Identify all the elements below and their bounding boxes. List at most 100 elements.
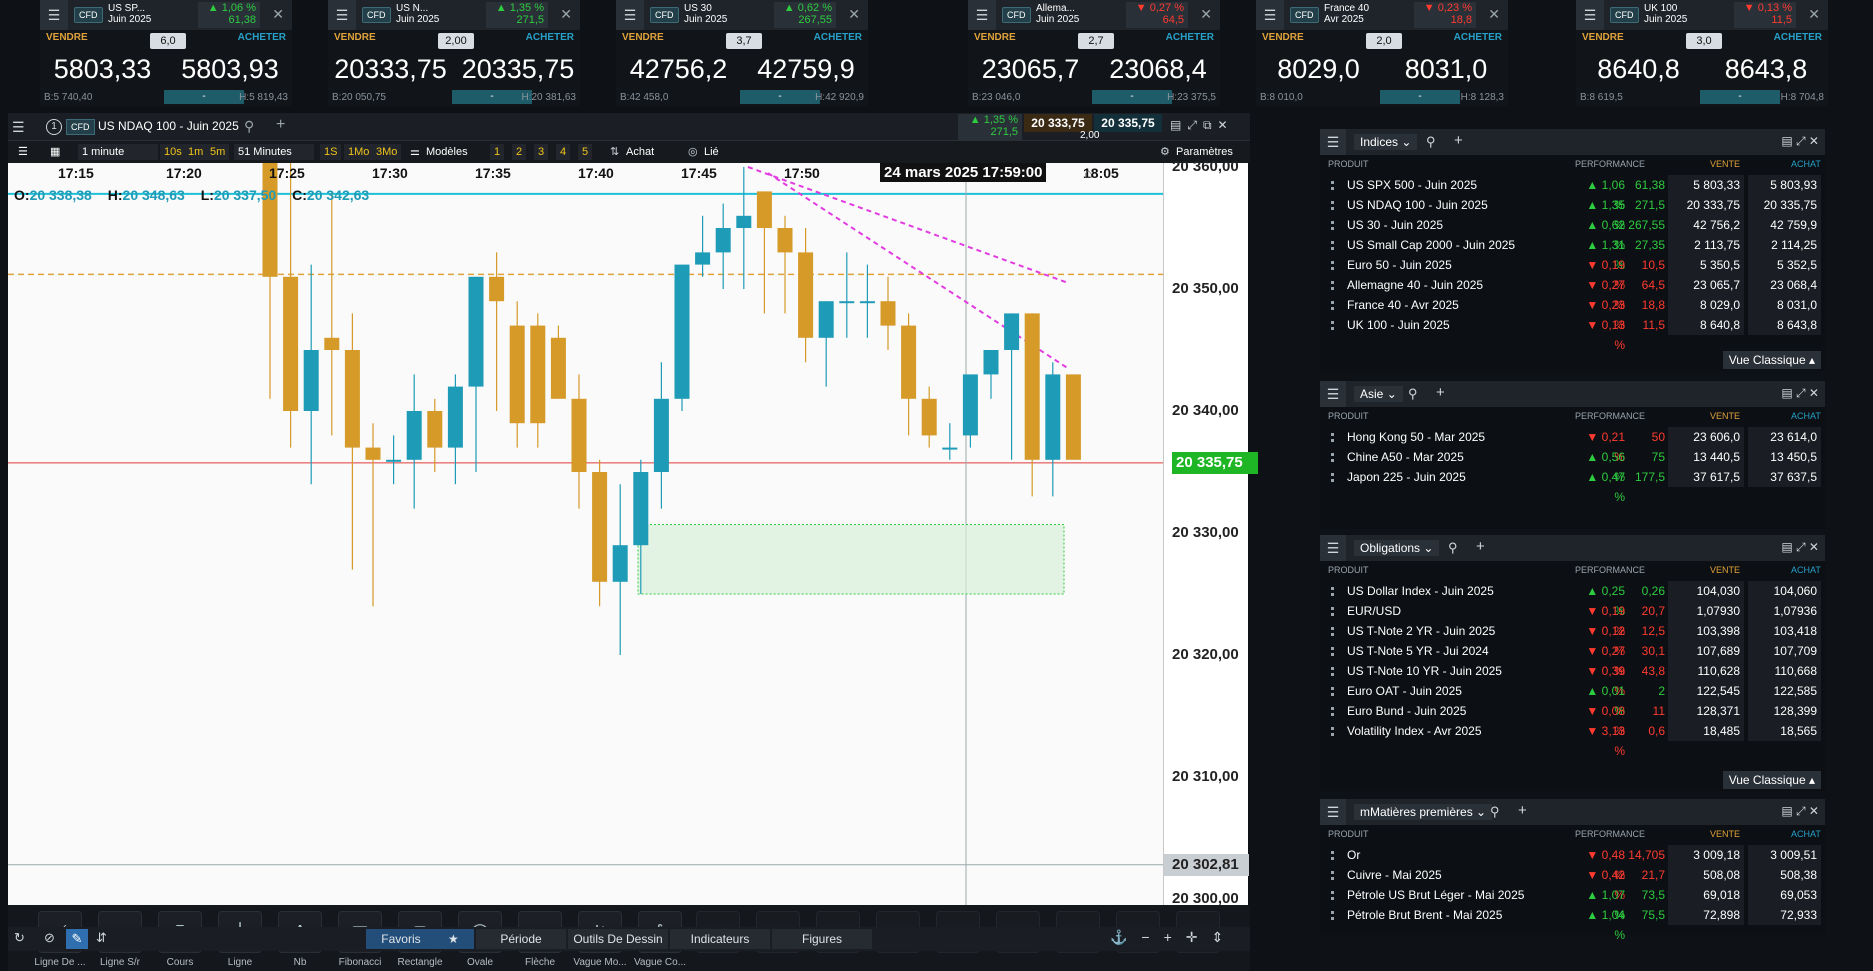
drag-handle-icon[interactable] (1331, 687, 1334, 696)
close-icon[interactable]: ✕ (1200, 6, 1212, 23)
table-row[interactable]: Or ▼ 0,48 % 14,705 3 009,18 3 009,51 (1320, 845, 1825, 882)
drag-handle-icon[interactable] (1331, 433, 1334, 442)
buy-price-button[interactable]: 122,585 (1748, 681, 1821, 701)
sell-price-button[interactable]: 8 640,8 (1668, 315, 1744, 335)
buy-price-button[interactable]: 128,399 (1748, 701, 1821, 721)
sell-price-button[interactable]: 8 029,0 (1668, 295, 1744, 315)
drag-handle-icon[interactable] (1331, 891, 1334, 900)
preset-4[interactable]: 4 (556, 144, 571, 160)
drag-handle-icon[interactable] (1331, 911, 1334, 920)
panel-window-controls[interactable]: ▤ ⤢ ✕ (1781, 386, 1819, 401)
sell-price-button[interactable]: 110,628 (1668, 661, 1744, 681)
sell-price-button[interactable]: 20 333,75 (1668, 195, 1744, 215)
add-icon[interactable]: + (1454, 132, 1463, 149)
menu-icon[interactable]: ☰ (1320, 535, 1346, 561)
zoom-controls[interactable]: ⚓−+✛⇕ (1110, 929, 1237, 946)
table-row[interactable]: US 30 - Juin 2025 ▲ 0,62 % 267,55 42 756… (1320, 215, 1825, 252)
drag-handle-icon[interactable] (1331, 851, 1334, 860)
buy-price-button[interactable]: 5 803,93 (1748, 175, 1821, 195)
achat-button[interactable]: Achat (622, 144, 658, 160)
interval-select[interactable]: 1 minute (78, 144, 158, 160)
buy-price-button[interactable]: 72,933 (1748, 905, 1821, 925)
panel-title[interactable]: Obligations ⌄ (1354, 540, 1440, 556)
quantity-dropdown[interactable]: - (740, 90, 820, 104)
buy-price-button[interactable]: 13 450,5 (1748, 447, 1821, 467)
add-icon[interactable]: + (1518, 802, 1527, 819)
table-row[interactable]: UK 100 - Juin 2025 ▼ 0,13 % 11,5 8 640,8… (1320, 315, 1825, 352)
sell-price-button[interactable]: 128,371 (1668, 701, 1744, 721)
search-icon[interactable]: ⚲ (1426, 134, 1436, 150)
menu-icon[interactable]: ☰ (616, 0, 644, 30)
buy-price-button[interactable]: 5 352,5 (1748, 255, 1821, 275)
sell-price-button[interactable]: 8640,8 (1576, 50, 1701, 88)
table-row[interactable]: Chine A50 - Mar 2025 ▲ 0,56 % 75 13 440,… (1320, 447, 1825, 484)
search-icon[interactable]: ⚲ (244, 118, 254, 135)
preset-3[interactable]: 3 (534, 144, 549, 160)
table-row[interactable]: France 40 - Avr 2025 ▼ 0,23 % 18,8 8 029… (1320, 295, 1825, 332)
templates-button[interactable]: Modèles (422, 144, 472, 160)
quantity-dropdown[interactable]: - (164, 90, 244, 104)
buy-price-button[interactable]: 110,668 (1748, 661, 1821, 681)
table-row[interactable]: Pétrole Brut Brent - Mai 2025 ▲ 1,04 % 7… (1320, 905, 1825, 942)
table-row[interactable]: EUR/USD ▼ 0,19 % 20,7 1,07930 1,07936 (1320, 601, 1825, 638)
sell-price-button[interactable]: 72,898 (1668, 905, 1744, 925)
tab-figures[interactable]: Figures (772, 929, 872, 949)
magnet-icon[interactable]: ⇵ (96, 930, 107, 946)
drag-handle-icon[interactable] (1331, 201, 1334, 210)
quantity-dropdown[interactable]: - (1700, 90, 1780, 104)
sell-price-button[interactable]: 3 009,18 (1668, 845, 1744, 865)
buy-price-button[interactable]: 42 759,9 (1748, 215, 1821, 235)
drag-handle-icon[interactable] (1331, 453, 1334, 462)
period-10s[interactable]: 10s (160, 144, 186, 160)
table-row[interactable]: US Dollar Index - Juin 2025 ▲ 0,25 % 0,2… (1320, 581, 1825, 618)
search-icon[interactable]: ⚲ (1448, 540, 1458, 556)
buy-price-button[interactable]: 23 068,4 (1748, 275, 1821, 295)
period-3mo[interactable]: 3Mo (372, 144, 402, 160)
classic-view-button[interactable]: Vue Classique ▴ (1722, 351, 1821, 369)
ticker-card[interactable]: ☰ CFD US 30 Juin 2025 ▲ 0,62 % 267,55 ✕ VE… (616, 0, 868, 106)
preset-5[interactable]: 5 (578, 144, 593, 160)
sell-price-button[interactable]: 107,689 (1668, 641, 1744, 661)
table-row[interactable]: US T-Note 5 YR - Jui 2024 ▼ 0,27 % 30,1 … (1320, 641, 1825, 678)
range-select[interactable]: 51 Minutes (234, 144, 314, 160)
sell-price-button[interactable]: 23 065,7 (1668, 275, 1744, 295)
add-icon[interactable]: + (1436, 384, 1445, 401)
drag-handle-icon[interactable] (1331, 647, 1334, 656)
panel-title[interactable]: Indices ⌄ (1354, 134, 1418, 150)
home-icon[interactable]: ⌂ (1084, 165, 1092, 181)
drag-handle-icon[interactable] (1331, 473, 1334, 482)
period-1m[interactable]: 1m (184, 144, 208, 160)
drag-handle-icon[interactable] (1331, 667, 1334, 676)
menu-icon[interactable]: ☰ (328, 0, 356, 30)
search-icon[interactable]: ⚲ (1408, 386, 1418, 402)
buy-price-button[interactable]: 8 031,0 (1748, 295, 1821, 315)
ticker-card[interactable]: ☰ CFD Allema... Juin 2025 ▼ 0,27 % 64,5 ✕ … (968, 0, 1220, 106)
sell-price-button[interactable]: 122,545 (1668, 681, 1744, 701)
tab-outils-dessin[interactable]: Outils De Dessin (568, 929, 668, 949)
sell-price-button[interactable]: 508,08 (1668, 865, 1744, 885)
period-1mo[interactable]: 1Mo (344, 144, 374, 160)
sell-price-button[interactable]: 23065,7 (968, 50, 1093, 88)
close-icon[interactable]: ✕ (560, 6, 572, 23)
tab-periode[interactable]: Période (476, 929, 566, 949)
table-row[interactable]: Volatility Index - Avr 2025 ▼ 3,13 % 0,6… (1320, 721, 1825, 758)
ticker-card[interactable]: ☰ CFD UK 100 Juin 2025 ▼ 0,13 % 11,5 ✕ VEN… (1576, 0, 1828, 106)
price-axis[interactable]: 20 360,00 20 350,00 20 340,00 20 330,00 20 3… (1163, 158, 1258, 907)
buy-price-button[interactable]: 20 335,75 (1748, 195, 1821, 215)
menu-icon[interactable]: ☰ (1256, 0, 1284, 30)
sell-price-button[interactable]: 103,398 (1668, 621, 1744, 641)
add-tab-icon[interactable]: + (276, 116, 285, 134)
table-row[interactable]: Pétrole US Brut Léger - Mai 2025 ▲ 1,07 … (1320, 885, 1825, 922)
drag-handle-icon[interactable] (1331, 301, 1334, 310)
buy-price-button[interactable]: 103,418 (1748, 621, 1821, 641)
menu-icon[interactable]: ☰ (12, 119, 25, 136)
sell-price-button[interactable]: 1,07930 (1668, 601, 1744, 621)
menu-icon[interactable]: ☰ (1320, 799, 1346, 825)
search-icon[interactable]: ⚲ (1490, 804, 1500, 820)
menu-icon[interactable]: ☰ (1576, 0, 1604, 30)
sell-price-button[interactable]: 104,030 (1668, 581, 1744, 601)
drag-handle-icon[interactable] (1331, 221, 1334, 230)
sell-price-button[interactable]: 5803,33 (40, 50, 165, 88)
grid-view-icon[interactable]: ▦ (46, 144, 64, 160)
preset-1[interactable]: 1 (490, 144, 505, 160)
